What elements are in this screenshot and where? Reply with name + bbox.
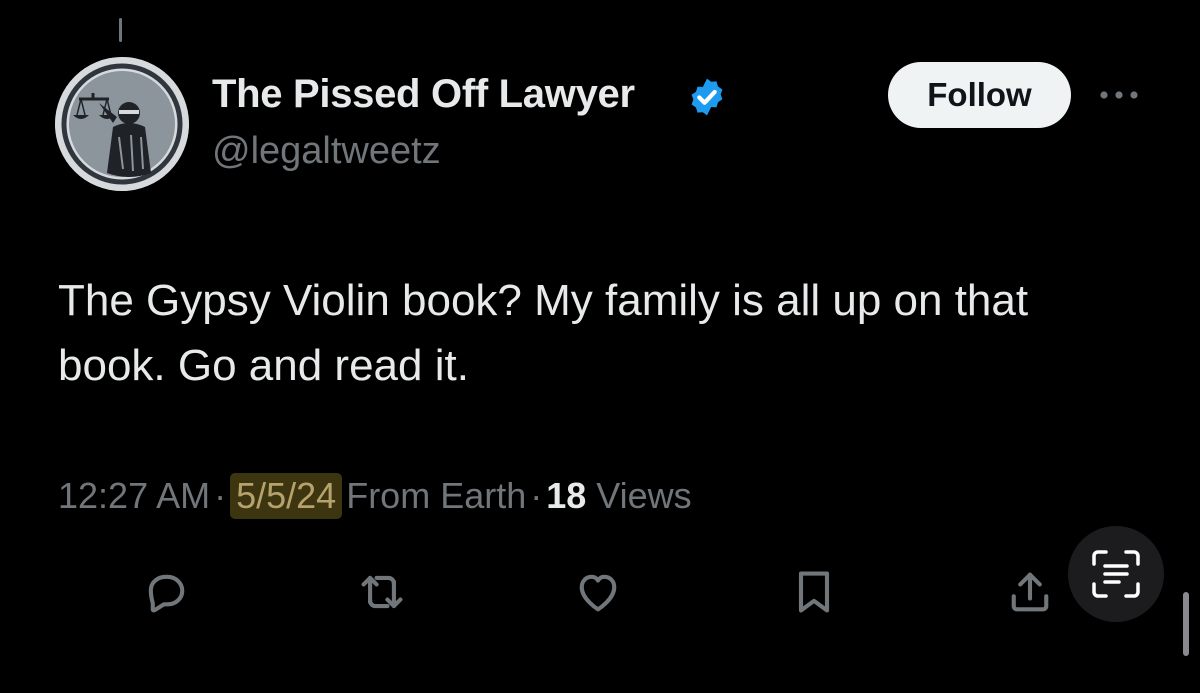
tweet-source: From Earth: [346, 475, 527, 516]
views-count[interactable]: 18: [546, 475, 586, 517]
lady-justice-logo: [55, 57, 189, 191]
avatar[interactable]: [55, 57, 189, 191]
meta-separator: ·: [530, 475, 543, 516]
author-display-name[interactable]: The Pissed Off Lawyer: [212, 72, 635, 117]
tweet-text: The Gypsy Violin book? My family is all …: [58, 276, 1029, 390]
tweet-time[interactable]: 12:27 AM: [58, 475, 210, 517]
retweet-icon: [361, 575, 403, 609]
reply-icon: [148, 574, 185, 613]
scrollbar[interactable]: [1183, 592, 1189, 656]
text-scan-icon: [1092, 550, 1140, 598]
reply-button[interactable]: [140, 566, 192, 618]
bookmark-button[interactable]: [788, 566, 840, 618]
views-label[interactable]: Views: [596, 475, 691, 517]
meta-separator: ·: [214, 475, 227, 516]
text-scan-button[interactable]: [1068, 526, 1164, 622]
follow-button[interactable]: Follow: [888, 62, 1071, 128]
share-button[interactable]: [1004, 566, 1056, 618]
bookmark-icon: [798, 571, 830, 613]
share-icon: [1011, 572, 1049, 612]
like-icon: [579, 574, 617, 612]
tweet-date[interactable]: 5/5/24: [230, 473, 343, 519]
like-button[interactable]: [572, 566, 624, 618]
more-options-icon[interactable]: [1097, 82, 1141, 108]
retweet-button[interactable]: [356, 566, 408, 618]
thread-connector-line: [119, 18, 122, 42]
tweet-metadata: 12:27 AM · 5/5/24 From Earth · 18 Views: [58, 470, 692, 522]
verified-badge-icon[interactable]: [686, 76, 728, 118]
author-handle[interactable]: @legaltweetz: [212, 130, 441, 173]
